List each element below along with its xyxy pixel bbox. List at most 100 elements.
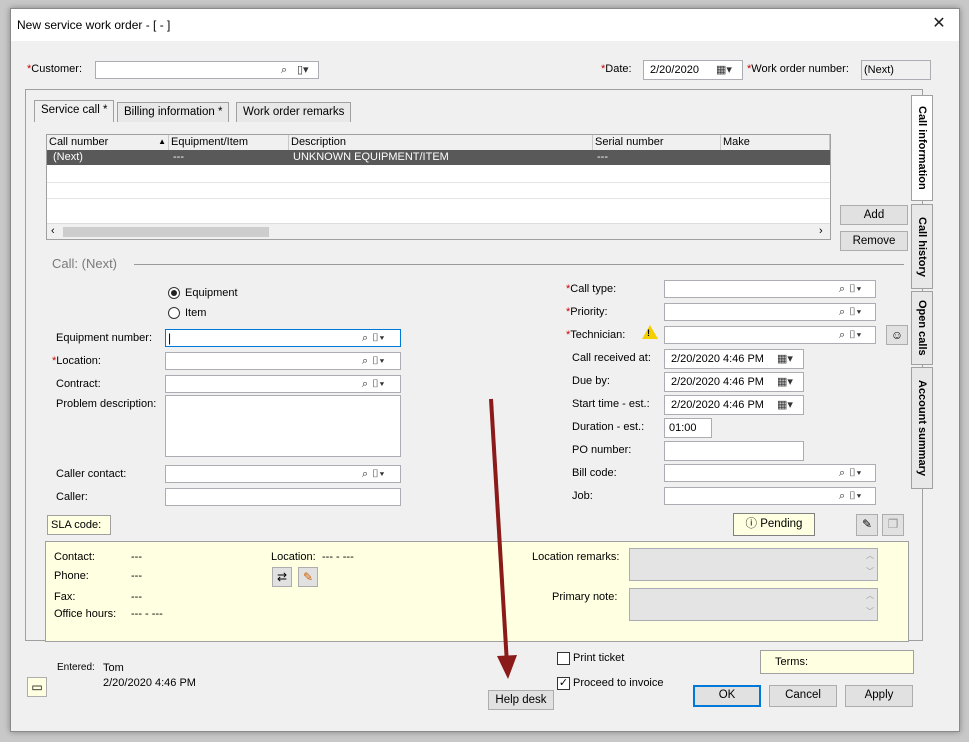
calls-grid[interactable]: Call number ▲ Equipment/Item Description … — [46, 134, 831, 240]
job-label: Job: — [572, 490, 593, 502]
entered-by: Tom — [103, 662, 124, 674]
fax-value: --- — [131, 591, 142, 603]
due-by-value: 2/20/2020 4:46 PM — [671, 376, 764, 388]
caller-contact-input[interactable]: ⌕ ▯▾ — [165, 465, 401, 483]
technician-lookup-icon[interactable]: ☺ — [886, 325, 908, 345]
contract-input[interactable]: ⌕ ▯▾ — [165, 375, 401, 393]
scroll-left-icon[interactable]: ‹ — [51, 225, 55, 237]
location-input[interactable]: ⌕ ▯▾ — [165, 352, 401, 370]
start-time-picker[interactable]: 2/20/2020 4:46 PM ▦▾ — [664, 395, 804, 415]
attachment-icon[interactable]: ✎ — [856, 514, 878, 536]
notes-icon[interactable]: ▭ — [27, 677, 47, 697]
duration-value: 01:00 — [669, 422, 697, 434]
column-description[interactable]: Description — [289, 135, 593, 150]
call-received-picker[interactable]: 2/20/2020 4:46 PM ▦▾ — [664, 349, 804, 369]
office-hours-value: --- - --- — [131, 608, 163, 620]
equipment-number-input[interactable]: | ⌕ ▯▾ — [165, 329, 401, 347]
location-remarks-label: Location remarks: — [532, 551, 620, 563]
phone-label: Phone: — [54, 570, 89, 582]
duration-label: Duration - est.: — [572, 421, 645, 433]
equipment-number-label: Equipment number: — [56, 332, 152, 344]
cancel-button[interactable]: Cancel — [769, 685, 837, 707]
equipment-radio[interactable] — [168, 287, 180, 299]
date-label: *Date: — [601, 63, 632, 75]
window-title: New service work order - [ - ] — [17, 18, 171, 32]
tab-work-order-remarks[interactable]: Work order remarks — [236, 102, 352, 122]
apply-button[interactable]: Apply — [845, 685, 913, 707]
office-hours-label: Office hours: — [54, 608, 117, 620]
side-tab-call-history[interactable]: Call history — [911, 204, 933, 289]
edit-icon[interactable]: ✎ — [298, 567, 318, 587]
side-tab-call-information[interactable]: Call information — [911, 95, 933, 201]
due-by-picker[interactable]: 2/20/2020 4:46 PM ▦▾ — [664, 372, 804, 392]
remove-button[interactable]: Remove — [840, 231, 908, 251]
call-divider — [134, 264, 904, 265]
bill-code-input[interactable]: ⌕ ▯▾ — [664, 464, 876, 482]
tab-billing-information[interactable]: Billing information * — [117, 102, 230, 122]
pending-button[interactable]: ⓘ Pending — [733, 513, 815, 536]
entered-at: 2/20/2020 4:46 PM — [103, 677, 196, 689]
cell-equipment: --- — [173, 151, 184, 163]
copy-icon[interactable]: ❐ — [882, 514, 904, 536]
table-row[interactable]: (Next) --- UNKNOWN EQUIPMENT/ITEM --- — [47, 150, 830, 165]
column-make[interactable]: Make — [721, 135, 830, 150]
tab-service-call[interactable]: Service call * — [34, 100, 115, 122]
proceed-invoice-checkbox[interactable]: ✓ — [557, 677, 570, 690]
add-button[interactable]: Add — [840, 205, 908, 225]
po-number-label: PO number: — [572, 444, 632, 456]
row-divider — [47, 182, 830, 183]
call-heading: Call: (Next) — [52, 256, 118, 271]
customer-label: *Customer: — [27, 63, 83, 75]
help-desk-button[interactable]: Help desk — [488, 690, 554, 710]
cell-serial: --- — [597, 151, 608, 163]
location-info-label: Location: — [271, 551, 316, 563]
priority-label: *Priority: — [566, 306, 608, 318]
contract-label: Contract: — [56, 378, 101, 390]
print-ticket-checkbox[interactable] — [557, 652, 570, 665]
location-info-value: --- - --- — [322, 551, 354, 563]
ok-button[interactable]: OK — [693, 685, 761, 707]
item-radio-label: Item — [185, 307, 207, 319]
scroll-right-icon[interactable]: › — [819, 225, 823, 237]
close-icon[interactable]: ✕ — [929, 15, 949, 33]
caller-input[interactable] — [165, 488, 401, 506]
warning-icon — [642, 325, 658, 339]
call-received-label: Call received at: — [572, 352, 651, 364]
call-received-value: 2/20/2020 4:46 PM — [671, 353, 764, 365]
problem-description-textarea[interactable] — [165, 395, 401, 457]
po-number-input[interactable] — [664, 441, 804, 461]
location-remarks-field: ︿ ﹀ — [629, 548, 878, 581]
job-input[interactable]: ⌕ ▯▾ — [664, 487, 876, 505]
location-label: *Location: — [52, 355, 101, 367]
scroll-thumb[interactable] — [63, 227, 269, 237]
technician-input[interactable]: ⌕ ▯▾ — [664, 326, 876, 344]
column-equipment-item[interactable]: Equipment/Item — [169, 135, 289, 150]
search-icon[interactable]: ⌕ — [281, 62, 287, 78]
row-divider — [47, 198, 830, 199]
due-by-label: Due by: — [572, 375, 610, 387]
date-picker[interactable]: 2/20/2020 ▦▾ — [643, 60, 743, 80]
contact-value: --- — [131, 551, 142, 563]
priority-input[interactable]: ⌕ ▯▾ — [664, 303, 876, 321]
technician-label: *Technician: — [566, 329, 626, 341]
call-type-input[interactable]: ⌕ ▯▾ — [664, 280, 876, 298]
column-call-number[interactable]: Call number ▲ — [47, 135, 169, 150]
duration-input[interactable]: 01:00 — [664, 418, 712, 438]
side-tab-account-summary[interactable]: Account summary — [911, 367, 933, 489]
title-bar: New service work order - [ - ] ✕ — [11, 9, 959, 41]
cell-call-number: (Next) — [53, 151, 83, 163]
proceed-invoice-label: Proceed to invoice — [573, 677, 664, 689]
swap-icon[interactable]: ⇄ — [272, 567, 292, 587]
start-time-value: 2/20/2020 4:46 PM — [671, 399, 764, 411]
wo-number-field: (Next) — [861, 60, 931, 80]
horizontal-scrollbar[interactable]: ‹ › — [47, 223, 830, 239]
item-radio[interactable] — [168, 307, 180, 319]
calendar-icon[interactable]: ▦▾ — [716, 62, 732, 78]
side-tab-open-calls[interactable]: Open calls — [911, 291, 933, 365]
phone-value: --- — [131, 570, 142, 582]
entered-label: Entered: — [57, 662, 95, 673]
info-icon: ⓘ — [745, 518, 761, 530]
problem-description-label: Problem description: — [56, 398, 157, 410]
dropdown-menu-icon[interactable]: ▯▾ — [297, 62, 309, 78]
column-serial-number[interactable]: Serial number — [593, 135, 721, 150]
